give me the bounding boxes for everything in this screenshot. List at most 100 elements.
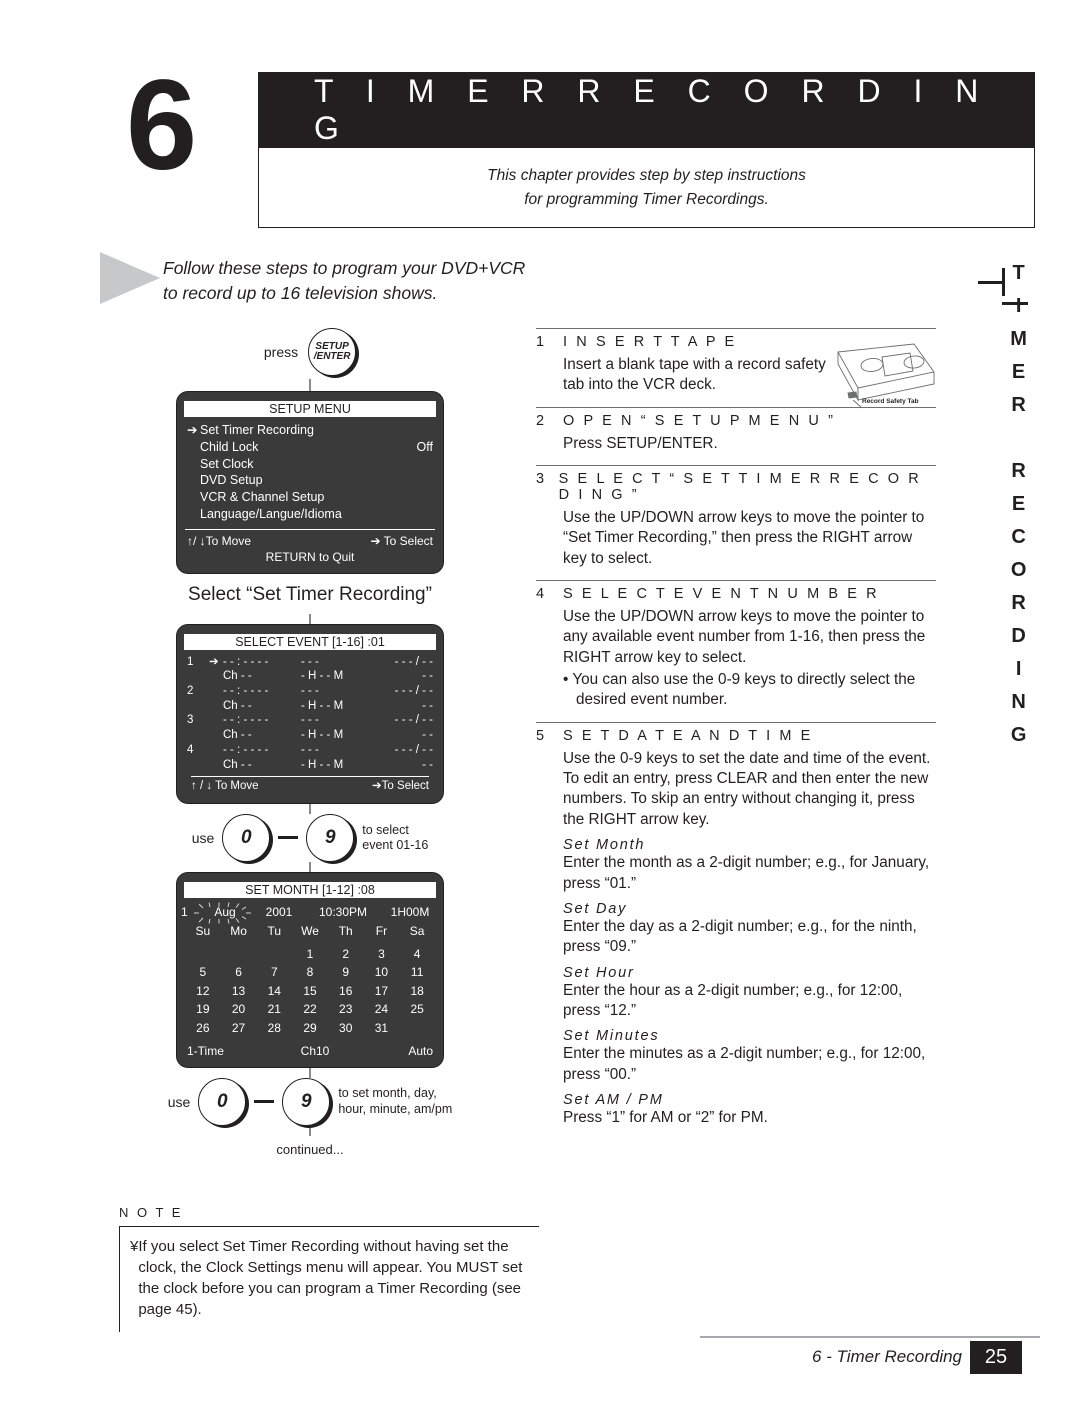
number-key-0[interactable]: 0 [222,813,271,862]
note-text: If you select Set Timer Recording withou… [138,1238,523,1318]
calendar-day-empty [221,945,257,964]
event-speed: - - [422,729,433,742]
calendar-day-15[interactable]: 15 [292,982,328,1001]
step-bullet-list: You can also use the 0-9 keys to directl… [536,670,936,711]
step-body: Use the 0-9 keys to set the date and tim… [563,749,931,828]
side-tab-label: TIMER RECORDING [1007,262,1030,757]
menu-item-label: Set Timer Recording [200,423,314,437]
substep-set-minutes-body: Enter the minutes as a 2-digit number; e… [563,1045,926,1083]
setup-enter-key[interactable]: SETUP/ENTER [308,328,357,376]
crop-mark-vertical-icon [1002,268,1005,296]
osd-divider [185,528,435,530]
calendar-day-2[interactable]: 2 [328,945,364,964]
calendar-day-13[interactable]: 13 [221,982,257,1001]
calendar-day-10[interactable]: 10 [364,963,400,982]
step-3: 3 S E L E C T “ S E T T I M E R R E C O … [536,465,936,569]
substep-set-day-body: Enter the day as a 2-digit number; e.g.,… [563,917,917,956]
setup-enter-key-label: SETUP/ENTER [313,340,351,362]
calendar-day-19[interactable]: 19 [185,1000,221,1019]
calendar-day-empty [185,945,221,964]
pointer-slot-icon [187,456,200,473]
event-duration: - H - - M [301,758,344,771]
calendar-day-3[interactable]: 3 [364,945,400,964]
number-key-9[interactable]: 9 [282,1077,331,1126]
calendar-day-4[interactable]: 4 [399,945,435,964]
chapter-subtitle: This chapter provides step by step instr… [258,148,1035,228]
step-divider [536,580,936,582]
event-number: 1 [187,655,194,668]
calendar-day-29[interactable]: 29 [292,1019,328,1038]
calendar-day-12[interactable]: 12 [185,982,221,1001]
menu-item-vcr-channel-setup[interactable]: VCR & Channel Setup [187,489,433,506]
number-key-0[interactable]: 0 [198,1077,247,1126]
menu-item-set-timer-recording[interactable]: ➔ Set Timer Recording [187,422,433,439]
use-hint-2: to set month, day, hour, minute, am/pm [338,1086,453,1116]
calendar-month-field[interactable]: Aug [194,902,253,924]
calendar-day-30[interactable]: 30 [328,1019,364,1038]
flow-connector [309,1125,311,1136]
calendar-day-16[interactable]: 16 [328,982,364,1001]
step-number: 1 [536,334,545,350]
use-number-keys-row-1: use 0 9 to select event 01-16 [110,813,510,862]
event-speed: - - [422,699,433,712]
osd-foot-move-hint: ↑ / ↓ To Move [191,780,259,793]
event-speed: - - [422,758,433,771]
note-bullet-icon: ¥ [130,1238,139,1255]
calendar-day-28[interactable]: 28 [256,1019,292,1038]
calendar-day-8[interactable]: 8 [292,963,328,982]
menu-item-language[interactable]: Language/Langue/Idioma [187,506,433,523]
calendar-day-14[interactable]: 14 [256,982,292,1001]
step-title: O P E N “ S E T U P M E N U ” [563,412,836,429]
calendar-day-22[interactable]: 22 [292,1000,328,1019]
number-key-9-label: 9 [301,1090,312,1112]
calendar-day-1[interactable]: 1 [292,945,328,964]
note-item: ¥ If you select Set Timer Recording with… [130,1236,531,1320]
number-key-9-label: 9 [324,827,336,848]
calendar-mode: 1-Time [187,1043,224,1058]
osd-foot-select-hint: ➔ To Select [370,533,433,548]
menu-item-child-lock[interactable]: Child Lock Off [187,439,433,456]
substep-set-day-title: Set Day [563,900,628,917]
event-row[interactable]: 1 ➔ - - : - - - - - - - - - - / - - [187,655,433,670]
calendar-day-18[interactable]: 18 [399,982,435,1001]
calendar-day-11[interactable]: 11 [399,963,435,982]
weekday-we: We [301,923,319,938]
substep-set-month-title: Set Month [563,837,646,854]
event-row[interactable]: 3 - - : - - - - - - - - - - / - - [187,713,433,728]
calendar-day-24[interactable]: 24 [364,1000,400,1019]
osd-setup-menu-items: ➔ Set Timer Recording Child Lock Off Set… [177,422,443,523]
calendar-day-26[interactable]: 26 [185,1019,221,1038]
number-key-9[interactable]: 9 [306,813,355,862]
menu-item-set-clock[interactable]: Set Clock [187,456,433,473]
calendar-day-20[interactable]: 20 [221,1000,257,1019]
step-divider [536,721,936,723]
calendar-day-grid[interactable]: 1 2 3 4 5 6 7 8 9 10 11 12 13 14 15 16 17 18 19 20 21 22 23 24 2… [177,943,443,1040]
step-5: 5 S E T D A T E A N D T I M E Use the 0-… [536,721,936,1128]
calendar-day-27[interactable]: 27 [221,1019,257,1038]
menu-item-dvd-setup[interactable]: DVD Setup [187,472,433,489]
pointer-slot-icon [187,489,200,506]
event-row[interactable]: 4 - - : - - - - - - - - - - / - - [187,743,433,758]
calendar-day-7[interactable]: 7 [256,963,292,982]
weekday-tu: Tu [267,923,282,938]
calendar-day-17[interactable]: 17 [364,982,400,1001]
event-blank: - - - [301,743,319,756]
calendar-day-23[interactable]: 23 [328,1000,364,1019]
chapter-header: T I M E R R E C O R D I N G This chapter… [258,72,1035,228]
event-row-detail: Ch - - - H - - M - - [187,699,433,714]
calendar-day-25[interactable]: 25 [399,1000,435,1019]
event-range: - - - / - - [394,743,433,756]
calendar-day-5[interactable]: 5 [185,963,221,982]
calendar-day-31[interactable]: 31 [364,1019,400,1038]
calendar-day-6[interactable]: 6 [221,963,257,982]
event-row[interactable]: 2 - - : - - - - - - - - - - / - - [187,684,433,699]
calendar-day-9[interactable]: 9 [328,963,364,982]
event-blank: - - - [301,684,319,697]
osd-setup-menu-title: SETUP MENU [184,401,436,417]
crop-mark-horizontal-icon [978,281,1004,284]
flow-connector [309,613,311,624]
calendar-day-21[interactable]: 21 [256,1000,292,1019]
weekday-sa: Sa [409,923,425,938]
step-title: S E L E C T E V E N T N U M B E R [563,586,880,603]
press-setup-row: press SETUP/ENTER [110,325,510,379]
